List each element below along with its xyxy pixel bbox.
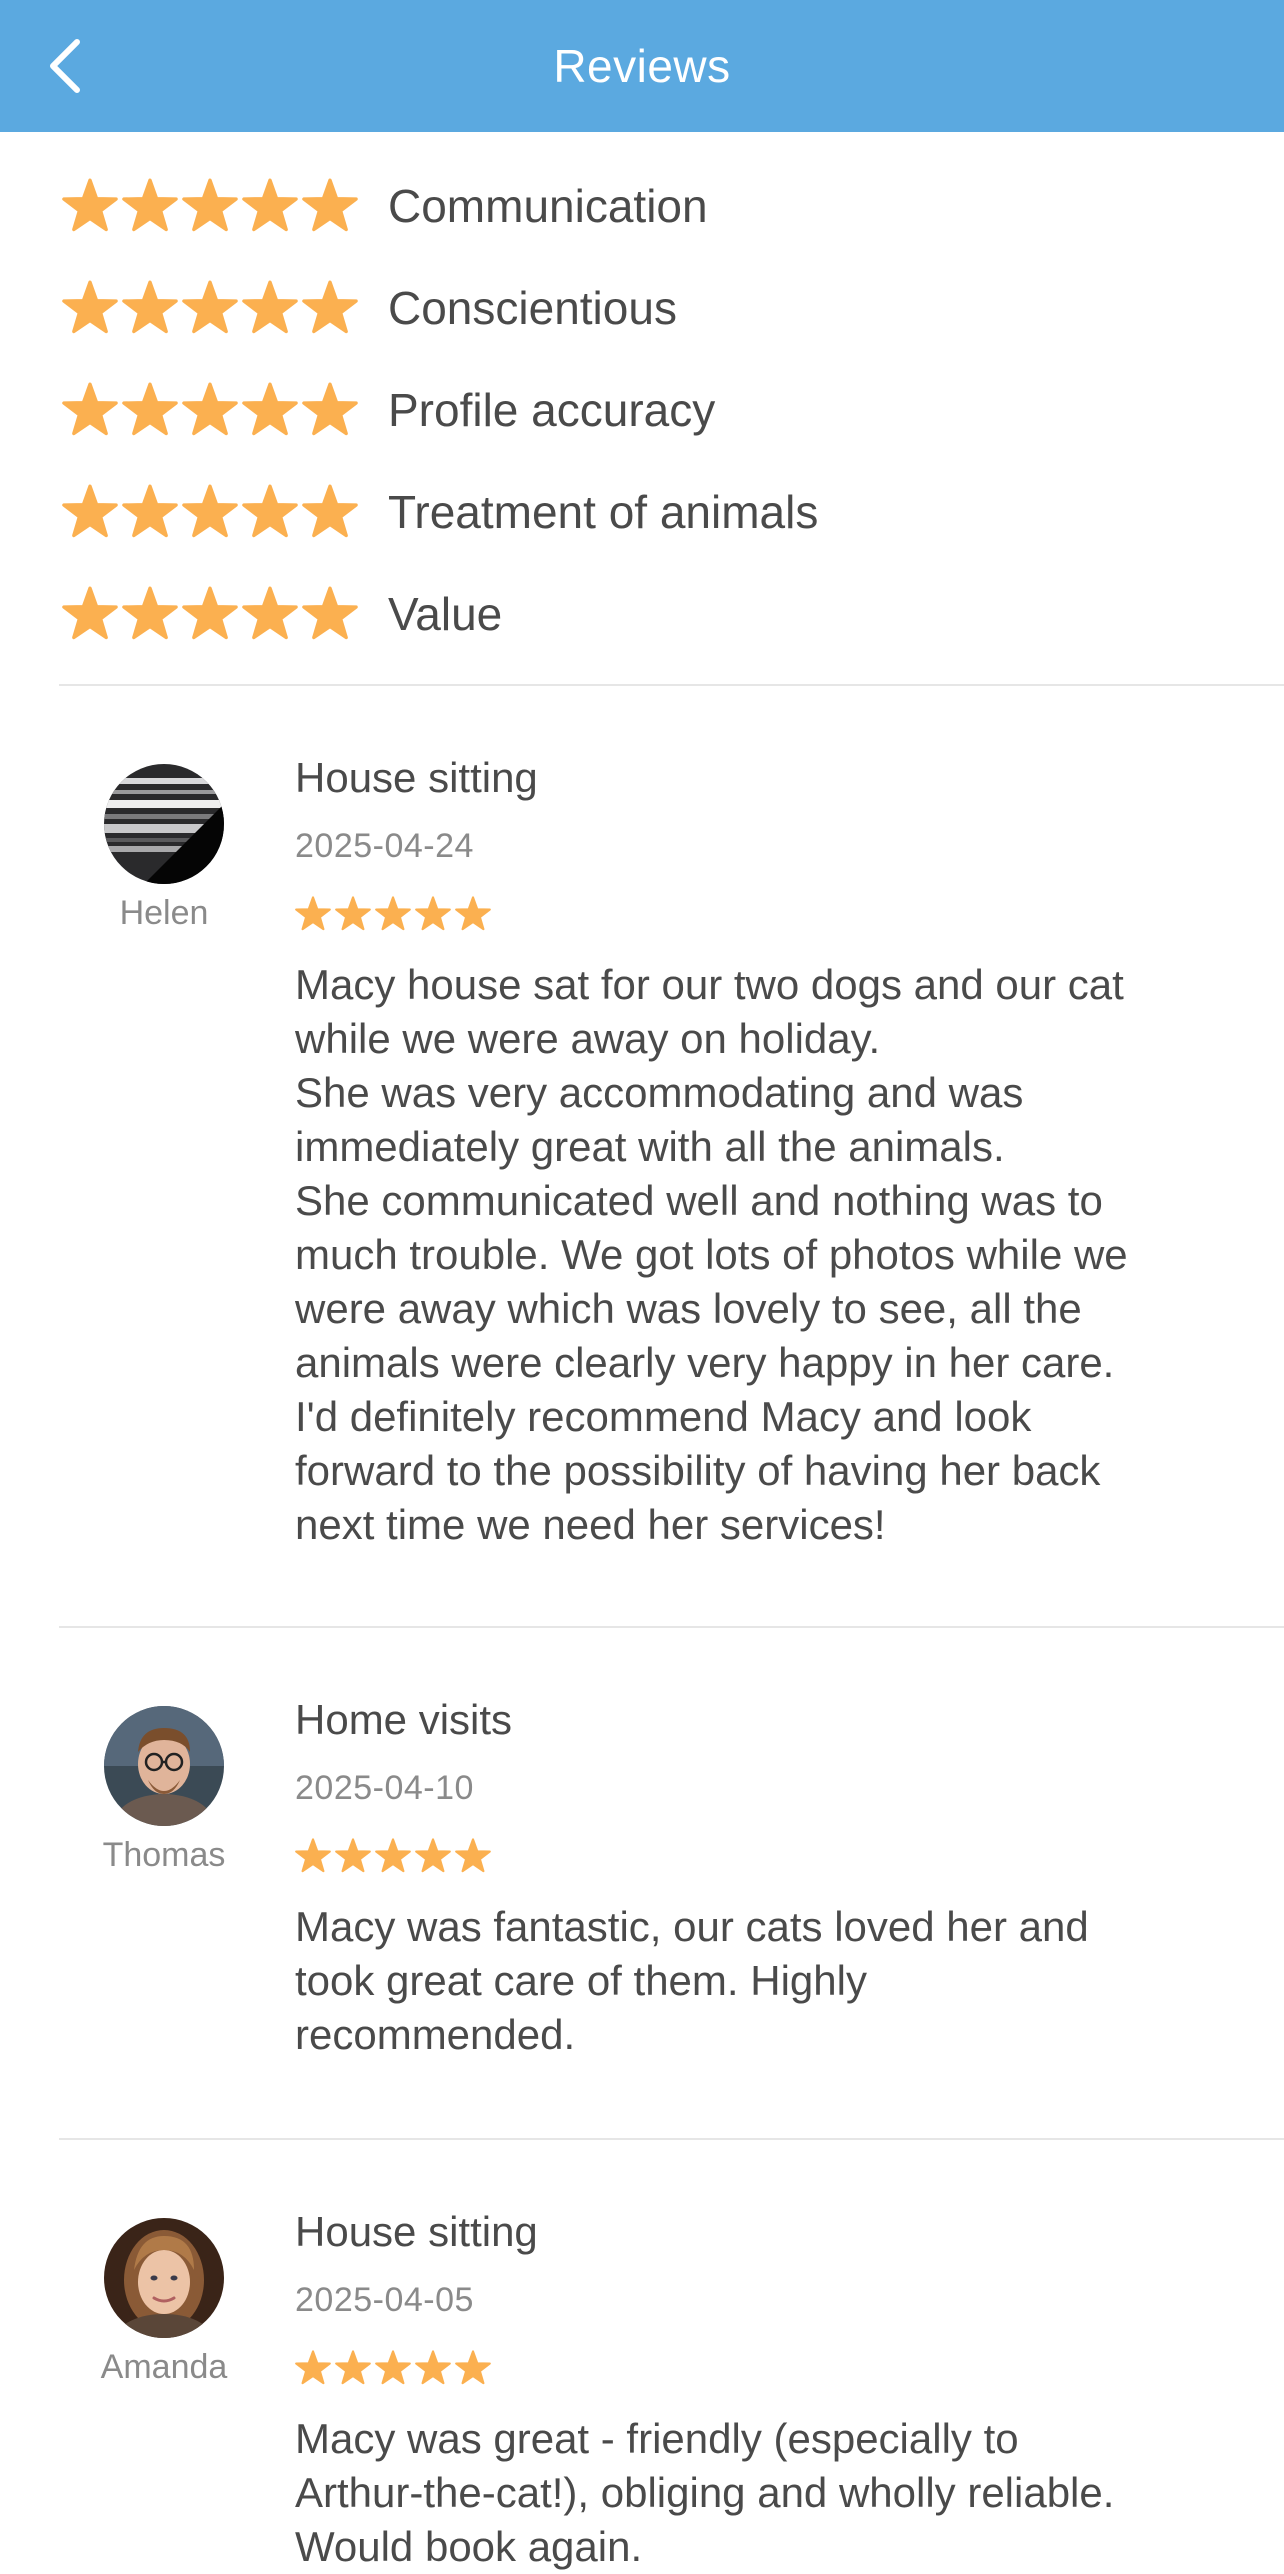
star-icon: [295, 2350, 331, 2385]
star-rating: [62, 280, 358, 336]
avatar-image: [104, 2218, 224, 2338]
avatar[interactable]: [104, 764, 224, 884]
star-icon: [302, 586, 358, 640]
star-icon: [122, 178, 178, 232]
star-icon: [302, 280, 358, 334]
review-date: 2025-04-10: [295, 1769, 474, 1807]
avatar-image: [104, 1706, 224, 1826]
rating-label: Value: [388, 588, 503, 640]
star-icon: [62, 586, 118, 640]
avatar[interactable]: [104, 1706, 224, 1826]
star-icon: [415, 896, 451, 931]
star-rating: [295, 1838, 491, 1874]
review-date: 2025-04-05: [295, 2281, 474, 2319]
star-icon: [335, 2350, 371, 2385]
star-icon: [62, 382, 118, 436]
star-icon: [302, 484, 358, 538]
star-icon: [122, 280, 178, 334]
rating-label: Profile accuracy: [388, 384, 716, 436]
star-icon: [335, 896, 371, 931]
star-icon: [62, 178, 118, 232]
star-icon: [182, 178, 238, 232]
review-text: Macy house sat for our two dogs and our …: [295, 961, 1128, 1548]
reviewer-name: Thomas: [102, 1836, 226, 1874]
star-icon: [182, 586, 238, 640]
reviewer-name: Amanda: [100, 2348, 228, 2386]
star-rating: [62, 178, 358, 234]
star-icon: [455, 2350, 491, 2385]
star-icon: [182, 382, 238, 436]
star-icon: [62, 484, 118, 538]
star-icon: [62, 280, 118, 334]
star-rating: [62, 586, 358, 642]
star-icon: [242, 382, 298, 436]
star-icon: [335, 1838, 371, 1873]
star-rating: [295, 2350, 491, 2386]
avatar[interactable]: [104, 2218, 224, 2338]
star-icon: [455, 1838, 491, 1873]
divider: [59, 2138, 1284, 2140]
star-icon: [375, 2350, 411, 2385]
service-type: House sitting: [295, 2208, 538, 2255]
service-type: Home visits: [295, 1696, 513, 1743]
star-rating: [62, 484, 358, 540]
divider: [59, 684, 1284, 686]
star-icon: [415, 2350, 451, 2385]
rating-row-profile-accuracy: Profile accuracy: [62, 370, 715, 450]
star-icon: [242, 178, 298, 232]
chevron-left-icon: [50, 39, 80, 93]
page-title: Reviews: [553, 40, 731, 92]
rating-row-conscientious: Conscientious: [62, 268, 677, 348]
star-icon: [375, 1838, 411, 1873]
service-type: House sitting: [295, 754, 538, 801]
review-date: 2025-04-24: [295, 827, 474, 865]
rating-row-treatment-of-animals: Treatment of animals: [62, 472, 818, 552]
divider: [59, 1626, 1284, 1628]
star-icon: [122, 586, 178, 640]
rating-label: Communication: [388, 180, 708, 232]
star-icon: [375, 896, 411, 931]
rating-row-communication: Communication: [62, 166, 708, 246]
star-icon: [242, 586, 298, 640]
star-icon: [415, 1838, 451, 1873]
reviewer-name: Helen: [119, 894, 209, 932]
header-bar: Reviews: [0, 0, 1284, 132]
star-icon: [295, 896, 331, 931]
rating-label: Conscientious: [388, 282, 677, 334]
review-text: Macy was great - friendly (especially to…: [295, 2415, 1115, 2570]
star-icon: [242, 280, 298, 334]
review-text: Macy was fantastic, our cats loved her a…: [295, 1903, 1089, 2058]
star-icon: [455, 896, 491, 931]
star-icon: [295, 1838, 331, 1873]
rating-label: Treatment of animals: [388, 486, 819, 538]
star-icon: [122, 484, 178, 538]
avatar-image: [104, 764, 224, 884]
star-rating: [62, 382, 358, 438]
star-rating: [295, 896, 491, 932]
star-icon: [122, 382, 178, 436]
star-icon: [182, 484, 238, 538]
rating-row-value: Value: [62, 574, 502, 654]
star-icon: [302, 382, 358, 436]
star-icon: [242, 484, 298, 538]
back-button[interactable]: [30, 26, 100, 106]
star-icon: [302, 178, 358, 232]
star-icon: [182, 280, 238, 334]
